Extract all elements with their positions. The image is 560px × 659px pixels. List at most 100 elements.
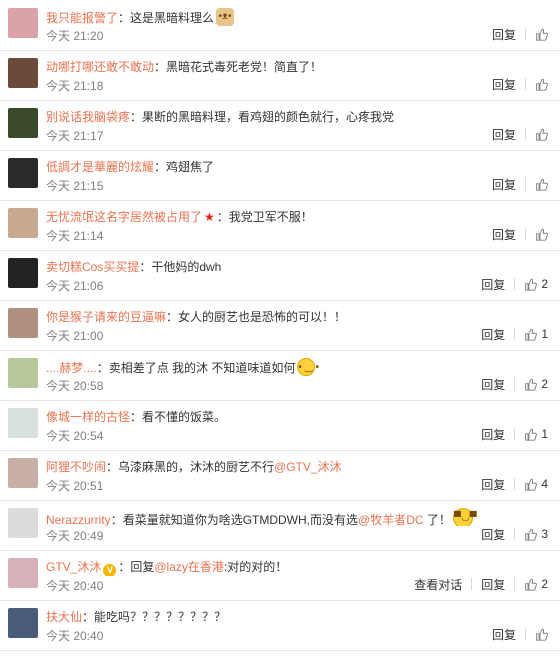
star-icon: ★ <box>204 210 215 224</box>
grin-icon: ▀◡▀ <box>452 508 477 526</box>
comment-text-line: 扶大仙：能吃吗？？？？？？？？ <box>46 608 548 626</box>
divider <box>514 528 516 540</box>
divider <box>525 28 526 40</box>
comment-row: 扶大仙：能吃吗？？？？？？？？ 今天 20:40 回复 <box>0 601 560 651</box>
comment-actions: 回复 4 <box>481 476 548 492</box>
reply-link[interactable]: 回复 <box>492 626 516 643</box>
thumbs-up-icon <box>524 428 538 441</box>
thumbs-up-icon <box>524 578 538 591</box>
comment-body: ：乌漆麻黑的，沐沐的厨艺不行 <box>106 460 275 474</box>
avatar[interactable] <box>8 508 38 538</box>
like-button[interactable]: 1 <box>524 427 548 441</box>
username-link[interactable]: 低調才是華麗的炫耀 <box>46 160 154 174</box>
reply-link[interactable]: 回复 <box>481 426 505 443</box>
divider <box>525 128 526 140</box>
username-link[interactable]: 像城一样的古怪 <box>46 410 130 424</box>
avatar[interactable] <box>8 308 38 338</box>
comment-body: ：鸡翅焦了 <box>154 160 215 174</box>
reply-link[interactable]: 回复 <box>492 226 516 243</box>
username-link[interactable]: 无忧流氓这名字居然被占用了 <box>46 210 202 224</box>
avatar[interactable] <box>8 108 38 138</box>
avatar[interactable] <box>8 408 38 438</box>
avatar[interactable] <box>8 58 38 88</box>
username-link[interactable]: 扶大仙 <box>46 610 82 624</box>
reply-link[interactable]: 回复 <box>481 526 505 543</box>
reply-link[interactable]: 回复 <box>481 326 505 343</box>
comment-text-line: 你是猴子请来的豆逼嘛：女人的厨艺也是恐怖的可以！！ <box>46 308 548 326</box>
reply-link[interactable]: 回复 <box>492 26 516 43</box>
reply-link[interactable]: 回复 <box>481 476 505 493</box>
divider <box>514 428 516 440</box>
avatar[interactable] <box>8 558 38 588</box>
comment-time: 今天 20:49 <box>46 529 104 543</box>
divider <box>514 328 516 340</box>
username-link[interactable]: GTV_沐沐 <box>46 560 101 574</box>
comment-text-line: ....赫梦....：卖相差了点 我的沐 不知道味道如何 • ‿ • <box>46 358 548 376</box>
view-conversation-link[interactable]: 查看对话 <box>414 576 462 593</box>
username-link[interactable]: 阿狸不吵闹 <box>46 460 106 474</box>
divider <box>525 628 526 640</box>
like-button[interactable] <box>535 28 548 41</box>
comment-row: 低調才是華麗的炫耀：鸡翅焦了 今天 21:15 回复 <box>0 151 560 201</box>
comment-time: 今天 21:00 <box>46 329 104 343</box>
username-link[interactable]: 动哪打哪还敢不敢动 <box>46 60 154 74</box>
like-button[interactable] <box>535 628 548 641</box>
reply-link[interactable]: 回复 <box>492 126 516 143</box>
comment-body: ：这是黑暗料理么 <box>118 11 215 25</box>
like-button[interactable] <box>535 128 548 141</box>
username-link[interactable]: ....赫梦.... <box>46 361 97 375</box>
avatar[interactable] <box>8 258 38 288</box>
comment-actions: 回复 <box>492 126 548 142</box>
thumbs-up-icon <box>535 228 548 241</box>
username-link[interactable]: Nerazzurrity <box>46 513 111 526</box>
avatar[interactable] <box>8 8 38 38</box>
like-button[interactable]: 2 <box>524 377 548 391</box>
comment-body: ：看菜量就知道你为啥选GTMDDWH,而没有选 <box>110 513 359 526</box>
comment-time: 今天 21:17 <box>46 129 104 143</box>
comment-actions: 查看对话 回复 2 <box>414 576 548 592</box>
like-button[interactable]: 4 <box>524 477 548 491</box>
like-button[interactable]: 3 <box>524 527 548 541</box>
like-button[interactable] <box>535 178 548 191</box>
avatar[interactable] <box>8 208 38 238</box>
username-link[interactable]: 别说话我脑袋疼 <box>46 110 130 124</box>
comment-body: ：回复 <box>118 560 155 574</box>
avatar[interactable] <box>8 608 38 638</box>
mention-link[interactable]: @lazy在香港 <box>154 560 224 574</box>
comment-actions: 回复 <box>492 626 548 642</box>
reply-link[interactable]: 回复 <box>481 376 505 393</box>
like-button[interactable] <box>535 78 548 91</box>
avatar[interactable] <box>8 358 38 388</box>
thumbs-up-icon <box>524 478 538 491</box>
comment-row: Nerazzurrity：看菜量就知道你为啥选GTMDDWH,而没有选@牧羊者D… <box>0 501 560 551</box>
comment-actions: 回复 <box>492 76 548 92</box>
like-button[interactable]: 2 <box>524 577 548 591</box>
username-link[interactable]: 你是猴子请来的豆逼嘛 <box>46 310 166 324</box>
mention-link[interactable]: @牧羊者DC <box>358 513 424 526</box>
comment-time: 今天 21:14 <box>46 229 104 243</box>
like-button[interactable]: 2 <box>524 277 548 291</box>
username-link[interactable]: 我只能报警了 <box>46 11 118 25</box>
reply-link[interactable]: 回复 <box>492 176 516 193</box>
reply-link[interactable]: 回复 <box>481 576 505 593</box>
comment-text-line: Nerazzurrity：看菜量就知道你为啥选GTMDDWH,而没有选@牧羊者D… <box>46 508 548 526</box>
mention-link[interactable]: @GTV_沐沐 <box>274 460 342 474</box>
thumbs-up-icon <box>524 328 538 341</box>
avatar[interactable] <box>8 158 38 188</box>
comment-time: 今天 21:20 <box>46 29 104 43</box>
comment-time: 今天 20:40 <box>46 579 104 593</box>
thumbs-up-icon <box>535 78 548 91</box>
smile-icon: • ‿ • <box>297 358 319 376</box>
thumbs-up-icon <box>524 278 538 291</box>
like-button[interactable]: 1 <box>524 327 548 341</box>
comment-actions: 回复 <box>492 176 548 192</box>
reply-link[interactable]: 回复 <box>492 76 516 93</box>
like-count: 2 <box>541 377 548 391</box>
like-button[interactable] <box>535 228 548 241</box>
comment-body: ：卖相差了点 我的沐 不知道味道如何 <box>96 361 296 375</box>
username-link[interactable]: 卖切糕Cos买买提 <box>46 260 139 274</box>
avatar[interactable] <box>8 458 38 488</box>
comment-text-line: 低調才是華麗的炫耀：鸡翅焦了 <box>46 158 548 176</box>
like-count: 2 <box>541 277 548 291</box>
reply-link[interactable]: 回复 <box>481 276 505 293</box>
